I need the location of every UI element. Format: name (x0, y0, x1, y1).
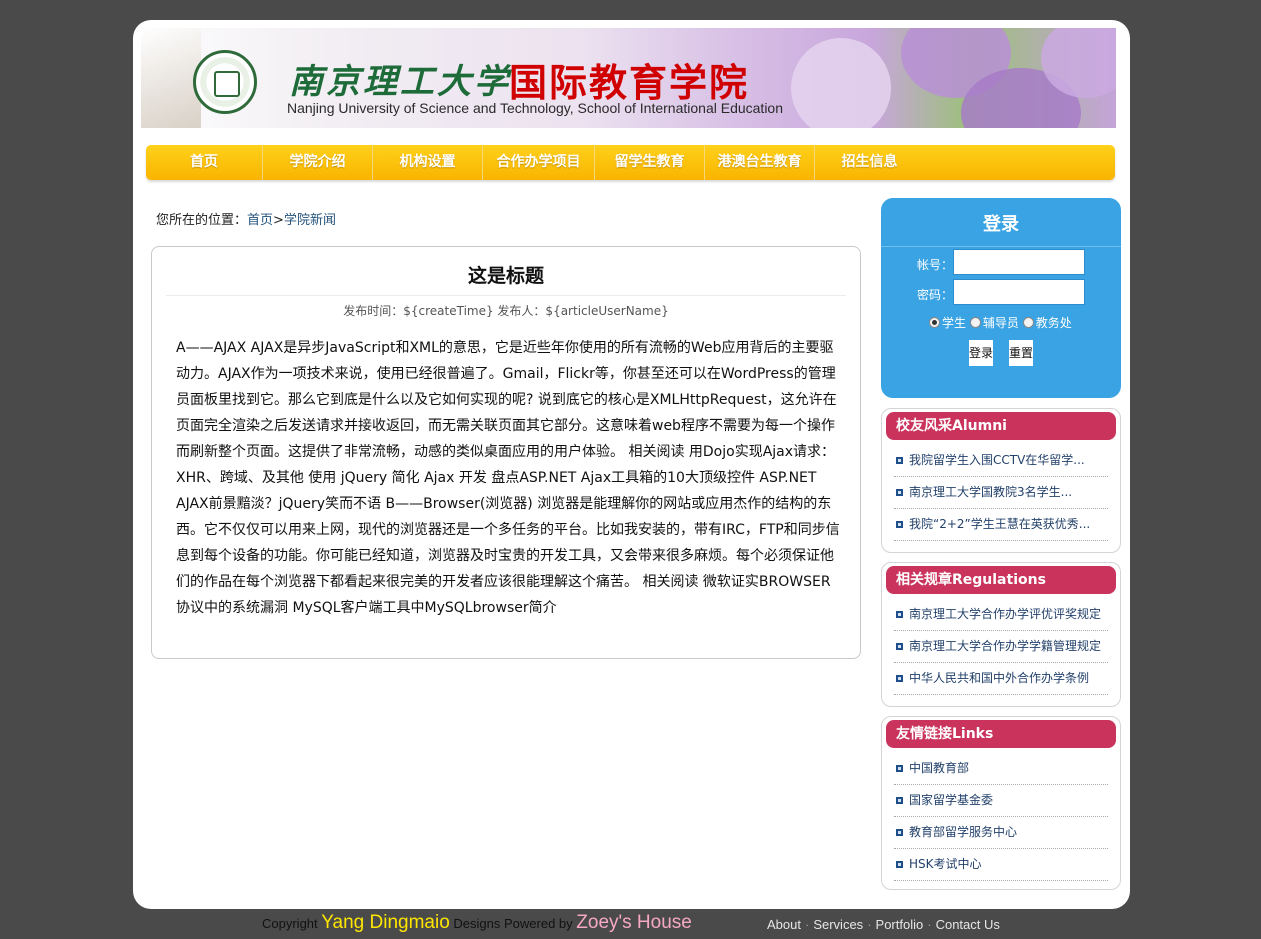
password-input[interactable] (953, 279, 1085, 305)
list-item-label: 南京理工大学合作办学学籍管理规定 (909, 639, 1102, 653)
links-box: 友情链接Links 中国教育部 国家留学基金委 教育部留学服务中心 HSK考试中… (881, 716, 1121, 890)
nav-item-hk-macao-taiwan[interactable]: 港澳台生教育 (705, 145, 815, 180)
list-item-label: 教育部留学服务中心 (909, 825, 1018, 839)
list-item[interactable]: 南京理工大学合作办学评优评奖规定 (894, 599, 1108, 631)
bullet-icon (896, 765, 903, 772)
banner-flower-image (791, 38, 891, 128)
nav-item-organization[interactable]: 机构设置 (373, 145, 483, 180)
university-seal-logo (193, 50, 257, 114)
list-item-label: 国家留学基金委 (909, 793, 994, 807)
role-label-academic-office: 教务处 (1035, 316, 1072, 330)
bullet-icon (896, 829, 903, 836)
main-nav: 首页 学院介绍 机构设置 合作办学项目 留学生教育 港澳台生教育 招生信息 (146, 145, 1115, 180)
footer-link-portfolio[interactable]: Portfolio (876, 917, 924, 932)
footer-dot: · (804, 917, 810, 932)
regulations-box: 相关规章Regulations 南京理工大学合作办学评优评奖规定 南京理工大学合… (881, 562, 1121, 707)
nav-item-home[interactable]: 首页 (146, 145, 263, 180)
list-item-label: 中华人民共和国中外合作办学条例 (909, 671, 1090, 685)
role-radio-group: 学生 辅导员 教务处 (929, 314, 1072, 331)
article-body: A——AJAX AJAX是异步JavaScript和XML的意思，它是近些年你使… (176, 340, 840, 616)
banner-college-name: 国际教育学院 (509, 60, 750, 105)
bullet-icon (896, 675, 903, 682)
nav-item-intl-students[interactable]: 留学生教育 (595, 145, 705, 180)
banner-decoration-left (141, 28, 201, 128)
designs-text: Designs Powered by (453, 916, 573, 931)
breadcrumb-home-link[interactable]: 首页 (247, 213, 273, 228)
list-item[interactable]: 国家留学基金委 (894, 785, 1108, 817)
regulations-list: 南京理工大学合作办学评优评奖规定 南京理工大学合作办学学籍管理规定 中华人民共和… (894, 599, 1108, 695)
footer-copyright: Copyright Yang Dingmaio Designs Powered … (262, 912, 692, 934)
breadcrumb-current-link[interactable]: 学院新闻 (284, 213, 336, 228)
list-item[interactable]: 南京理工大学合作办学学籍管理规定 (894, 631, 1108, 663)
list-item[interactable]: 教育部留学服务中心 (894, 817, 1108, 849)
login-divider (881, 246, 1121, 247)
links-list: 中国教育部 国家留学基金委 教育部留学服务中心 HSK考试中心 (894, 753, 1108, 881)
list-item-label: 中国教育部 (909, 761, 970, 775)
bullet-icon (896, 643, 903, 650)
breadcrumb-prefix: 您所在的位置： (156, 213, 248, 228)
bullet-icon (896, 797, 903, 804)
list-item-label: 我院“2+2”学生王慧在英获优秀... (909, 517, 1091, 531)
login-title: 登录 (983, 214, 1019, 235)
copyright-prefix: Copyright (262, 916, 318, 931)
list-item[interactable]: 我院留学生入围CCTV在华留学... (894, 445, 1108, 477)
role-radio-counselor[interactable] (969, 317, 981, 328)
password-label: 密码： (917, 288, 954, 302)
list-item[interactable]: 中华人民共和国中外合作办学条例 (894, 663, 1108, 695)
list-item-label: 南京理工大学国教院3名学生... (909, 485, 1073, 499)
footer-link-contact[interactable]: Contact Us (936, 917, 1000, 932)
role-label-counselor: 辅导员 (982, 316, 1019, 330)
breadcrumb: 您所在的位置：首页>学院新闻 (156, 209, 336, 228)
role-radio-academic-office[interactable] (1022, 317, 1034, 328)
alumni-title: 校友风采Alumni (886, 412, 1116, 440)
alumni-box: 校友风采Alumni 我院留学生入围CCTV在华留学... 南京理工大学国教院3… (881, 408, 1121, 553)
powered-by-link[interactable]: Zoey's House (576, 912, 692, 933)
breadcrumb-separator: > (273, 213, 284, 228)
footer-links: About · Services · Portfolio · Contact Us (767, 917, 1000, 932)
nav-item-admissions[interactable]: 招生信息 (815, 145, 924, 180)
list-item-label: 我院留学生入围CCTV在华留学... (909, 453, 1085, 467)
article-meta: 发布时间：${createTime} 发布人：${articleUserName… (343, 304, 669, 318)
regulations-title: 相关规章Regulations (886, 566, 1116, 594)
alumni-list: 我院留学生入围CCTV在华留学... 南京理工大学国教院3名学生... 我院“2… (894, 445, 1108, 541)
article-title: 这是标题 (467, 265, 544, 287)
role-label-student: 学生 (942, 316, 967, 330)
banner-university-name: 南京理工大学 (289, 62, 511, 102)
account-label: 帐号： (917, 258, 954, 272)
footer-link-services[interactable]: Services (813, 917, 863, 932)
bullet-icon (896, 489, 903, 496)
footer-dot: · (867, 917, 872, 932)
author-name: Yang Dingmaio (321, 912, 450, 933)
page-container: 南京理工大学 国际教育学院 Nanjing University of Scie… (133, 20, 1130, 909)
links-title: 友情链接Links (886, 720, 1116, 748)
login-panel: 登录 帐号： 密码： 学生 辅导员 教务处 登录 重置 (881, 198, 1121, 398)
footer-dot: · (927, 917, 932, 932)
list-item[interactable]: 我院“2+2”学生王慧在英获优秀... (894, 509, 1108, 541)
article-panel: 这是标题 发布时间：${createTime} 发布人：${articleUse… (151, 246, 861, 659)
role-radio-student[interactable] (929, 317, 940, 328)
reset-button[interactable]: 重置 (1009, 340, 1033, 366)
bullet-icon (896, 861, 903, 868)
bullet-icon (896, 611, 903, 618)
bullet-icon (896, 521, 903, 528)
banner-english-subtitle: Nanjing University of Science and Techno… (287, 100, 784, 116)
list-item[interactable]: 南京理工大学国教院3名学生... (894, 477, 1108, 509)
footer-link-about[interactable]: About (767, 917, 801, 932)
article-divider (166, 295, 846, 296)
bullet-icon (896, 457, 903, 464)
list-item-label: 南京理工大学合作办学评优评奖规定 (909, 607, 1102, 621)
list-item[interactable]: 中国教育部 (894, 753, 1108, 785)
account-input[interactable] (953, 249, 1085, 275)
nav-item-about[interactable]: 学院介绍 (263, 145, 373, 180)
site-banner: 南京理工大学 国际教育学院 Nanjing University of Scie… (141, 28, 1116, 128)
login-button[interactable]: 登录 (969, 340, 993, 366)
list-item-label: HSK考试中心 (909, 857, 982, 871)
list-item[interactable]: HSK考试中心 (894, 849, 1108, 881)
nav-item-cooperation[interactable]: 合作办学项目 (483, 145, 595, 180)
